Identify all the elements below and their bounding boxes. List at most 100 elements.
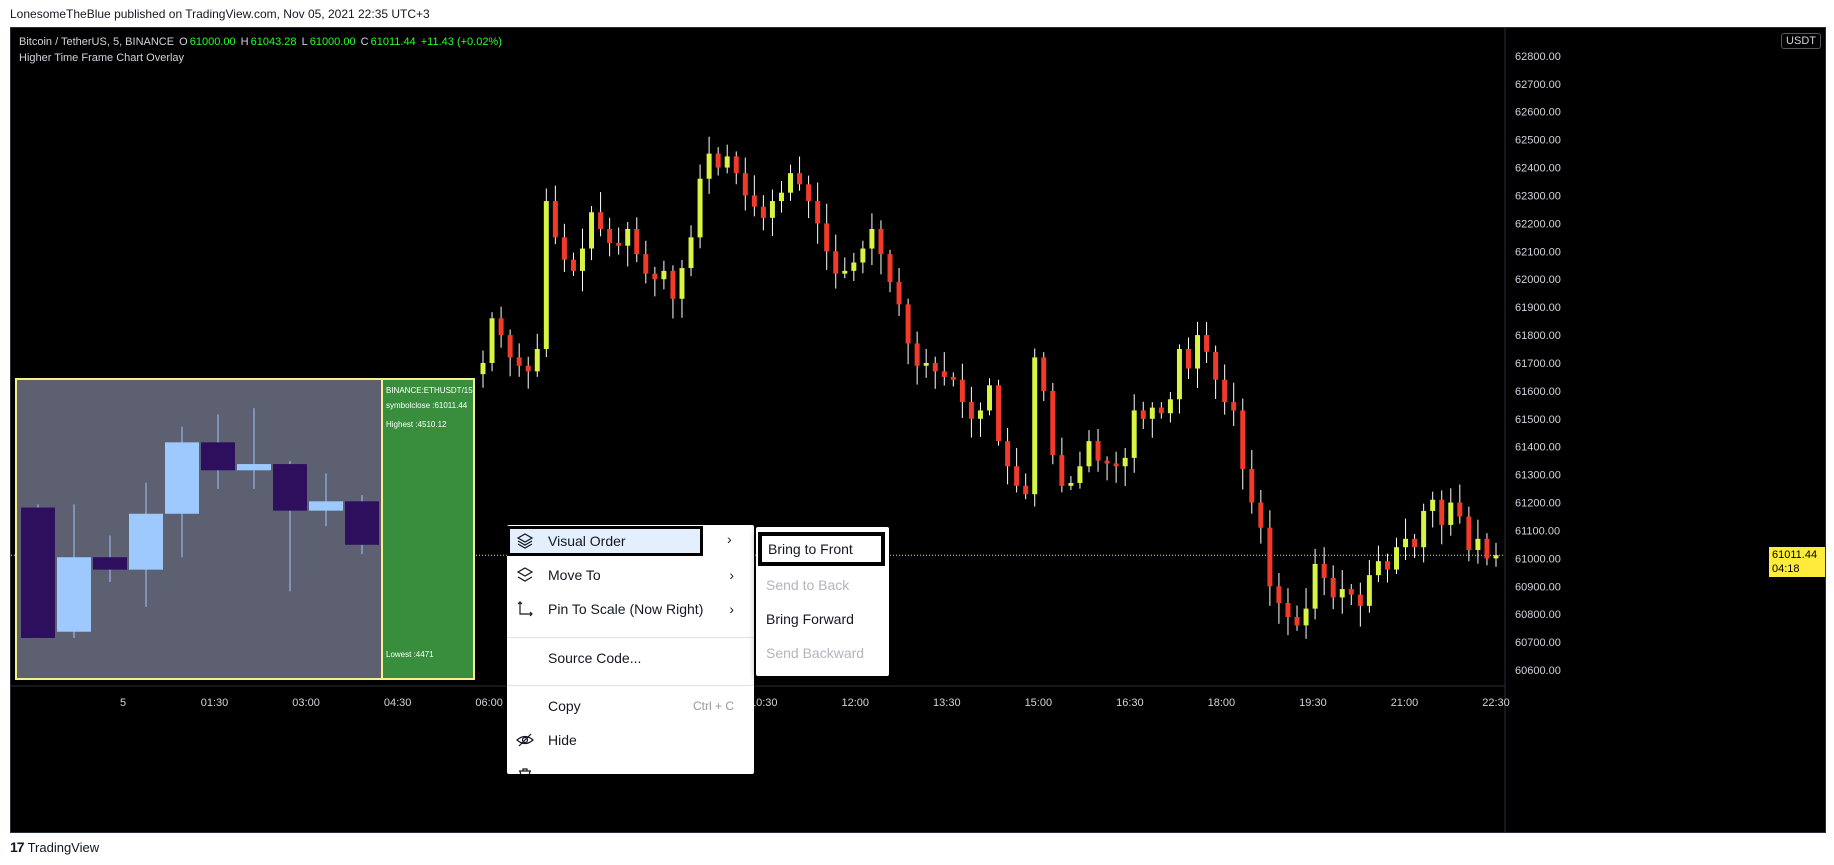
candle-down bbox=[833, 251, 839, 274]
candle-down bbox=[1466, 516, 1472, 551]
candle-down bbox=[1330, 577, 1336, 598]
y-tick-label: 62100.00 bbox=[1515, 246, 1561, 258]
menu-item-visual-order[interactable]: Visual Order bbox=[507, 526, 703, 556]
y-tick-label: 60600.00 bbox=[1515, 665, 1561, 677]
candle-down bbox=[561, 237, 567, 260]
candle-down bbox=[634, 228, 640, 255]
trash-icon bbox=[519, 768, 531, 774]
y-tick-label: 62400.00 bbox=[1515, 163, 1561, 175]
menu-item-hide[interactable]: Hide bbox=[507, 725, 754, 755]
x-tick-label: 03:00 bbox=[292, 697, 320, 709]
candle-up bbox=[489, 318, 495, 363]
price-chart[interactable]: 60600.00 60700.00 60800.00 60900.00 61000.00… bbox=[11, 28, 1825, 832]
time-axis: 501:3003:0004:3006:0007:3009:0010:3012:0… bbox=[11, 685, 1510, 709]
y-tick-label: 60700.00 bbox=[1515, 637, 1561, 649]
candle-up bbox=[706, 153, 712, 179]
candle-up bbox=[851, 262, 857, 271]
overlay-symbolclose: symbolclose :61011.44 bbox=[386, 401, 468, 410]
high-value: 61043.28 bbox=[250, 36, 297, 48]
candle-down bbox=[616, 242, 622, 246]
candle-up bbox=[480, 362, 486, 375]
symbol-title[interactable]: Bitcoin / TetherUS, 5, BINANCE bbox=[19, 36, 174, 48]
candle-down bbox=[1041, 357, 1047, 391]
candle-up bbox=[1176, 349, 1182, 400]
candle-down bbox=[1276, 586, 1282, 604]
candle-down bbox=[1267, 527, 1273, 587]
y-tick-label: 62500.00 bbox=[1515, 135, 1561, 147]
candle-down bbox=[1050, 390, 1056, 456]
candle-up bbox=[589, 212, 595, 249]
open-label: O bbox=[179, 36, 188, 48]
y-tick-label: 61600.00 bbox=[1515, 386, 1561, 398]
candle-down bbox=[598, 212, 604, 229]
menu-item-label: Bring Forward bbox=[766, 611, 854, 627]
candle-up bbox=[842, 270, 848, 274]
candle-up bbox=[1086, 441, 1092, 467]
close-value: 61011.44 bbox=[370, 36, 416, 48]
candle-down bbox=[733, 156, 739, 174]
y-tick-label: 61700.00 bbox=[1515, 358, 1561, 370]
candle-down bbox=[996, 385, 1002, 442]
indicator-title[interactable]: Higher Time Frame Chart Overlay bbox=[19, 52, 504, 64]
candle-down bbox=[751, 195, 757, 207]
overlay-candle-down bbox=[93, 557, 127, 570]
menu-divider bbox=[507, 637, 754, 638]
menu-item-label: Hide bbox=[548, 732, 577, 748]
footer-brand[interactable]: 17 TradingView bbox=[10, 839, 99, 855]
candle-down bbox=[760, 206, 766, 218]
candle-down bbox=[1213, 351, 1219, 380]
close-label: C bbox=[360, 36, 369, 48]
candle-down bbox=[1484, 538, 1490, 559]
menu-item-move-to[interactable]: Move To › bbox=[507, 560, 754, 590]
y-tick-label: 61500.00 bbox=[1515, 414, 1561, 426]
menu-divider bbox=[507, 685, 754, 686]
candle-up bbox=[1394, 547, 1399, 570]
candle-down bbox=[914, 343, 920, 366]
candle-up bbox=[1312, 563, 1318, 609]
menu-item-label: Send to Back bbox=[766, 577, 850, 593]
menu-item-bring-forward[interactable]: Bring Forward bbox=[756, 604, 889, 634]
candle-up bbox=[625, 228, 631, 246]
candle-down bbox=[552, 201, 558, 238]
x-tick-label: 01:30 bbox=[201, 697, 229, 709]
publication-caption: LonesomeTheBlue published on TradingView… bbox=[10, 7, 430, 21]
overlay-candle-down bbox=[201, 442, 235, 471]
chart-area[interactable]: 60600.00 60700.00 60800.00 60900.00 61000.00… bbox=[10, 27, 1826, 833]
chevron-right-icon: › bbox=[729, 601, 734, 617]
candle-up bbox=[923, 362, 929, 366]
x-tick-label: 10:30 bbox=[750, 697, 778, 709]
candle-down bbox=[878, 228, 884, 255]
candle-up bbox=[697, 178, 703, 238]
candle-down bbox=[1231, 402, 1237, 411]
currency-badge[interactable]: USDT bbox=[1781, 33, 1821, 49]
menu-item-copy[interactable]: Copy Ctrl + C bbox=[507, 691, 754, 721]
candle-down bbox=[941, 371, 947, 377]
candle-down bbox=[887, 254, 893, 283]
candle-down bbox=[652, 273, 658, 280]
candle-down bbox=[1384, 561, 1390, 570]
overlay-candle-up bbox=[237, 464, 271, 471]
open-value: 61000.00 bbox=[189, 36, 236, 48]
menu-item-label: Pin To Scale (Now Right) bbox=[548, 601, 704, 617]
y-tick-label: 62300.00 bbox=[1515, 190, 1561, 202]
candle-down bbox=[824, 223, 830, 252]
candle-down bbox=[1204, 335, 1210, 352]
candle-down bbox=[498, 318, 504, 336]
eye-off-icon bbox=[516, 733, 534, 747]
candle-down bbox=[516, 357, 522, 366]
menu-item-source-code[interactable]: Source Code... bbox=[507, 643, 754, 673]
x-tick-label: 22:30 bbox=[1482, 697, 1510, 709]
menu-item-pin-to-scale[interactable]: Pin To Scale (Now Right) › bbox=[507, 594, 754, 624]
candle-up bbox=[788, 173, 794, 193]
menu-item-label: Bring to Front bbox=[768, 541, 853, 557]
y-tick-label: 62700.00 bbox=[1515, 79, 1561, 91]
candle-up bbox=[778, 192, 784, 202]
y-tick-label: 62200.00 bbox=[1515, 218, 1561, 230]
candle-down bbox=[1285, 603, 1291, 618]
candle-down bbox=[1457, 502, 1463, 517]
overlay-candle-up bbox=[309, 501, 343, 511]
candle-up bbox=[1366, 575, 1372, 606]
menu-item-bring-to-front[interactable]: Bring to Front bbox=[758, 532, 885, 566]
last-price-label: 61011.44 04:18 bbox=[1769, 547, 1825, 578]
overlay-candle-up bbox=[165, 442, 199, 514]
